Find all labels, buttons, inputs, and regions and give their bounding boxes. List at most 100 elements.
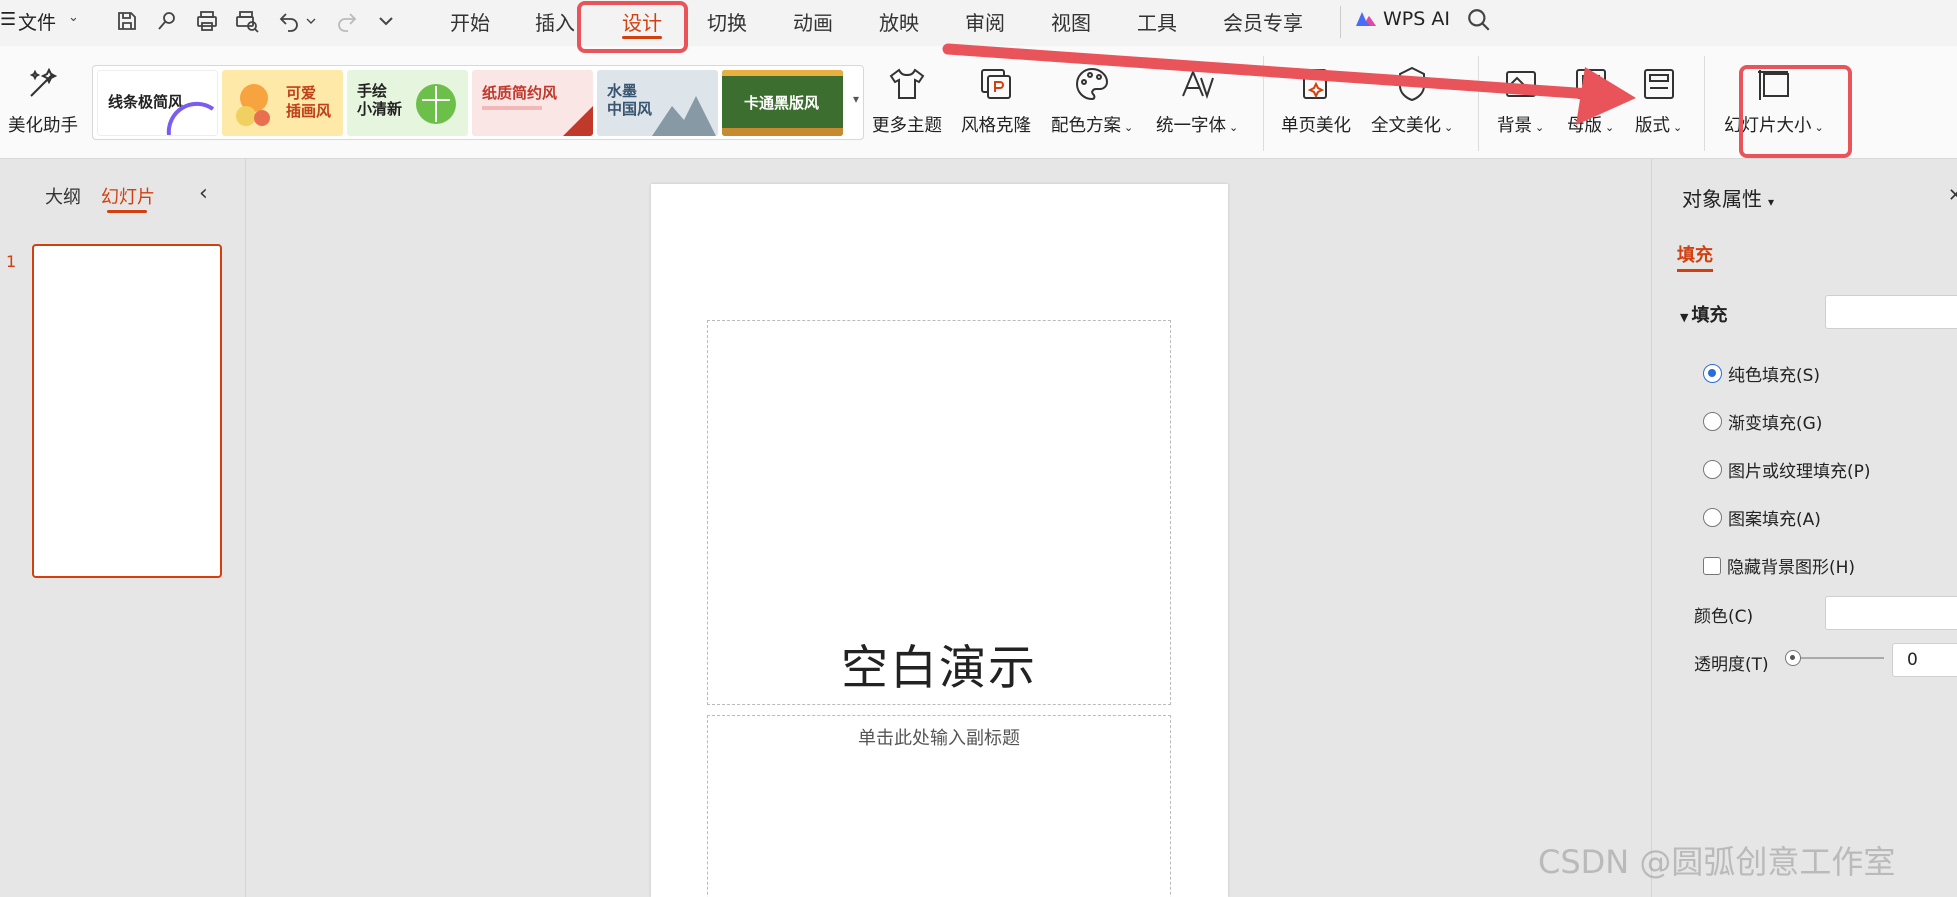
divider [1340, 6, 1341, 38]
chevron-down-icon: ⌄ [1229, 121, 1239, 134]
save-icon[interactable] [112, 6, 142, 36]
pane-title[interactable]: 对象属性 ▾ [1682, 183, 1774, 212]
option-label: 纯色填充(S) [1728, 366, 1821, 386]
color-scheme-button[interactable]: 配色方案 ⌄ [1051, 64, 1133, 137]
slide-thumbnail[interactable] [32, 244, 222, 578]
full-beautify-button[interactable]: 全文美化 ⌄ [1371, 64, 1453, 137]
wps-ai-logo-icon [1356, 12, 1376, 26]
slides-pane: 大纲 幻灯片 ‹ 1 [0, 159, 246, 897]
collapse-pane-icon[interactable]: ‹ [199, 181, 208, 206]
option-label: 隐藏背景图形(H) [1727, 558, 1856, 578]
title-placeholder[interactable]: 空白演示 [707, 320, 1171, 705]
redo-icon[interactable] [332, 6, 362, 36]
tab-view[interactable]: 视图 [1051, 7, 1091, 36]
tab-slides[interactable]: 幻灯片 [101, 183, 155, 209]
master-label: 母版 ⌄ [1567, 112, 1614, 137]
tshirt-icon [889, 68, 925, 99]
tab-tools[interactable]: 工具 [1137, 7, 1177, 36]
print-preview-icon[interactable] [232, 6, 262, 36]
tab-slideshow[interactable]: 放映 [879, 7, 919, 36]
palette-icon [1076, 67, 1109, 101]
background-icon [1505, 71, 1536, 97]
theme-decoration [482, 106, 542, 110]
style-clone-button[interactable]: 风格克隆 [961, 64, 1031, 137]
theme-decoration [652, 96, 716, 136]
theme-label: 手绘 小清新 [357, 82, 403, 118]
menu-bar: ☰ 文件 ⌄ 开始 插入 设计 切换 动画 放映 审阅 视图 工具 会员专享 W… [0, 0, 1957, 46]
theme-thumb-cartoon-blackboard[interactable]: 卡通黑版风 [722, 70, 843, 136]
color-scheme-text: 配色方案 [1051, 116, 1121, 136]
page-beautify-label: 单页美化 [1281, 116, 1351, 136]
watermark: CSDN @圆弧创意工作室 [1538, 843, 1896, 881]
opacity-slider-handle[interactable] [1785, 650, 1801, 666]
active-tab-indicator [1677, 269, 1713, 272]
theme-thumb-handdrawn-fresh[interactable]: 手绘 小清新 [347, 70, 468, 136]
beautify-assistant-label: 美化助手 [8, 116, 78, 136]
tab-outline[interactable]: 大纲 [45, 183, 81, 209]
tab-member[interactable]: 会员专享 [1223, 7, 1303, 36]
theme-decoration [722, 70, 843, 76]
radio-unchecked[interactable] [1703, 508, 1722, 527]
theme-label: 卡通黑版风 [744, 94, 820, 112]
active-tab-indicator [107, 210, 147, 213]
hide-background-option[interactable]: 隐藏背景图形(H) [1703, 553, 1855, 578]
color-picker[interactable] [1825, 596, 1957, 630]
picture-texture-fill-option[interactable]: 图片或纹理填充(P) [1703, 457, 1871, 482]
more-themes-label: 更多主题 [872, 116, 942, 136]
print-icon[interactable] [192, 6, 222, 36]
background-button[interactable]: 背景 ⌄ [1497, 64, 1544, 137]
theme-thumb-ink-chinese[interactable]: 水墨 中国风 [597, 70, 718, 136]
tab-review[interactable]: 审阅 [965, 7, 1005, 36]
menu-icon[interactable]: ☰ [0, 9, 16, 30]
tab-transition[interactable]: 切换 [707, 7, 747, 36]
undo-icon[interactable] [274, 6, 304, 36]
subtitle-text[interactable]: 单击此处输入副标题 [708, 724, 1170, 750]
opacity-slider-track[interactable] [1787, 657, 1884, 659]
file-menu[interactable]: 文件 [18, 8, 56, 35]
fill-section-header[interactable]: ▼ 填充 [1680, 301, 1727, 327]
page-beautify-button[interactable]: 单页美化 [1281, 64, 1351, 137]
wps-ai-button[interactable]: WPS AI [1355, 8, 1450, 30]
close-icon[interactable]: ✕ [1948, 185, 1957, 206]
fill-type-dropdown[interactable] [1825, 295, 1957, 329]
tab-animation[interactable]: 动画 [793, 7, 833, 36]
full-beautify-icon [1399, 66, 1426, 102]
unify-font-text: 统一字体 [1156, 116, 1226, 136]
magic-wand-icon [29, 67, 58, 97]
customize-quick-access-icon[interactable] [371, 6, 401, 36]
theme-decoration [416, 84, 456, 124]
checkbox[interactable] [1703, 556, 1721, 575]
solid-fill-option[interactable]: 纯色填充(S) [1703, 361, 1820, 386]
master-button[interactable]: 母版 ⌄ [1567, 64, 1614, 137]
unify-font-button[interactable]: 统一字体 ⌄ [1156, 64, 1238, 137]
radio-unchecked[interactable] [1703, 460, 1722, 479]
page-beautify-icon [1303, 69, 1327, 99]
pane-title-text: 对象属性 [1682, 187, 1762, 211]
gradient-fill-option[interactable]: 渐变填充(G) [1703, 409, 1822, 434]
theme-thumb-minimal-line[interactable]: 线条极简风 [97, 70, 218, 136]
undo-dropdown-icon[interactable] [303, 6, 319, 36]
radio-checked[interactable] [1703, 364, 1722, 383]
chevron-down-icon[interactable]: ⌄ [68, 10, 79, 25]
tab-insert[interactable]: 插入 [535, 7, 575, 36]
radio-unchecked[interactable] [1703, 412, 1722, 431]
pattern-fill-option[interactable]: 图案填充(A) [1703, 505, 1821, 530]
search-icon[interactable] [1466, 7, 1492, 33]
unify-font-label: 统一字体 ⌄ [1156, 112, 1238, 137]
format-painter-icon[interactable] [152, 6, 182, 36]
subtitle-placeholder[interactable]: 单击此处输入副标题 [707, 715, 1171, 897]
style-clone-label: 风格克隆 [961, 116, 1031, 136]
slide-title[interactable]: 空白演示 [708, 629, 1170, 698]
layout-button[interactable]: 版式 ⌄ [1635, 64, 1682, 137]
chevron-down-icon: ⌄ [1673, 121, 1683, 134]
tab-fill[interactable]: 填充 [1677, 241, 1713, 267]
theme-thumb-cute-illustration[interactable]: 可爱 插画风 [222, 70, 343, 136]
opacity-input[interactable]: 0 [1892, 643, 1957, 677]
beautify-assistant-button[interactable]: 美化助手 [8, 64, 78, 137]
slide-canvas[interactable]: 空白演示 单击此处输入副标题 [651, 184, 1228, 897]
more-themes-button[interactable]: 更多主题 [872, 64, 942, 137]
tab-home[interactable]: 开始 [450, 7, 490, 36]
theme-thumb-paper-simple[interactable]: 纸质简约风 [472, 70, 593, 136]
annotation-highlight-slide-size [1739, 65, 1852, 158]
gallery-more-icon[interactable]: ▾ [853, 92, 859, 106]
